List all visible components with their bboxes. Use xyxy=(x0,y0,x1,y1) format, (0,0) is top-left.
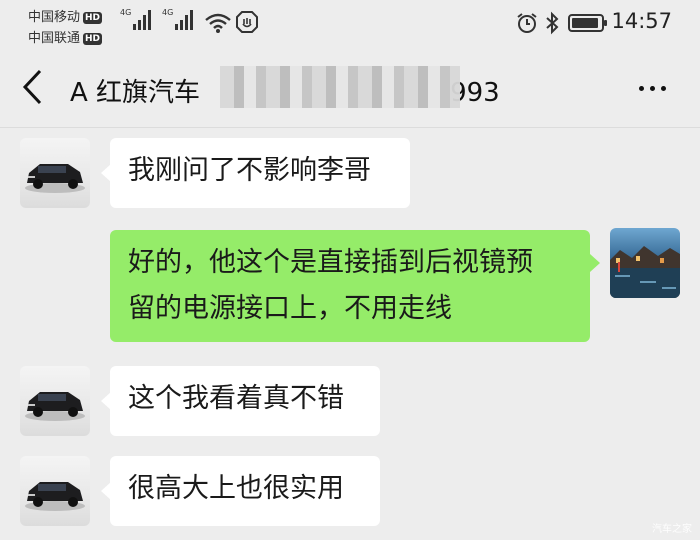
chat-header: A 红旗汽车 993 xyxy=(0,48,700,128)
signal-1: 4G xyxy=(120,8,152,30)
car-icon xyxy=(25,482,85,511)
message-text: 我刚问了不影响李哥 xyxy=(128,155,371,186)
message-bubble-outgoing[interactable]: 好的，他这个是直接插到后视镜预 留的电源接口上，不用走线 xyxy=(110,230,590,342)
hd-badge-2: HD xyxy=(83,33,103,45)
carrier-1: 中国移动 HD xyxy=(28,6,103,25)
clock: 14:57 xyxy=(611,9,672,33)
waterside-town-icon xyxy=(610,246,680,298)
contact-avatar[interactable] xyxy=(20,366,90,436)
network-label-1: 4G xyxy=(120,8,132,17)
header-divider xyxy=(0,127,700,128)
bubble-tail xyxy=(101,164,111,182)
wifi-icon xyxy=(205,13,231,33)
message-bubble[interactable]: 我刚问了不影响李哥 xyxy=(110,138,410,208)
chat-title-text: A 红旗汽车 xyxy=(70,78,201,108)
battery-icon xyxy=(568,14,607,32)
bubble-tail xyxy=(101,392,111,410)
carrier-2: 中国联通 HD xyxy=(28,27,103,46)
shield-icon xyxy=(236,11,258,33)
car-icon xyxy=(25,392,85,421)
signal-bars-icon xyxy=(175,8,194,30)
bubble-tail xyxy=(590,254,600,272)
alarm-icon xyxy=(517,13,537,33)
message-line-1: 好的，他这个是直接插到后视镜预 xyxy=(128,247,533,278)
message-text: 这个我看着真不错 xyxy=(128,383,344,414)
signal-2: 4G xyxy=(162,8,194,30)
more-dots-icon[interactable] xyxy=(639,86,666,91)
back-chevron-icon[interactable] xyxy=(20,68,44,106)
status-bar: 中国移动 HD 中国联通 HD 4G 4G 14:57 xyxy=(0,0,700,48)
watermark: 汽车之家 xyxy=(652,524,692,535)
hd-badge-1: HD xyxy=(83,12,103,24)
carrier-2-name: 中国联通 xyxy=(28,31,81,46)
network-label-2: 4G xyxy=(162,8,174,17)
message-bubble[interactable]: 很高大上也很实用 xyxy=(110,456,380,526)
car-icon xyxy=(25,164,85,193)
message-bubble[interactable]: 这个我看着真不错 xyxy=(110,366,380,436)
bubble-tail xyxy=(101,482,111,500)
my-avatar[interactable] xyxy=(610,228,680,298)
contact-avatar[interactable] xyxy=(20,456,90,526)
carrier-1-name: 中国移动 xyxy=(28,10,81,25)
message-text: 很高大上也很实用 xyxy=(128,473,344,504)
contact-avatar[interactable] xyxy=(20,138,90,208)
message-line-2: 留的电源接口上，不用走线 xyxy=(128,293,452,324)
signal-bars-icon xyxy=(133,8,152,30)
bluetooth-icon xyxy=(546,11,559,35)
redacted-name-blur xyxy=(220,66,460,108)
